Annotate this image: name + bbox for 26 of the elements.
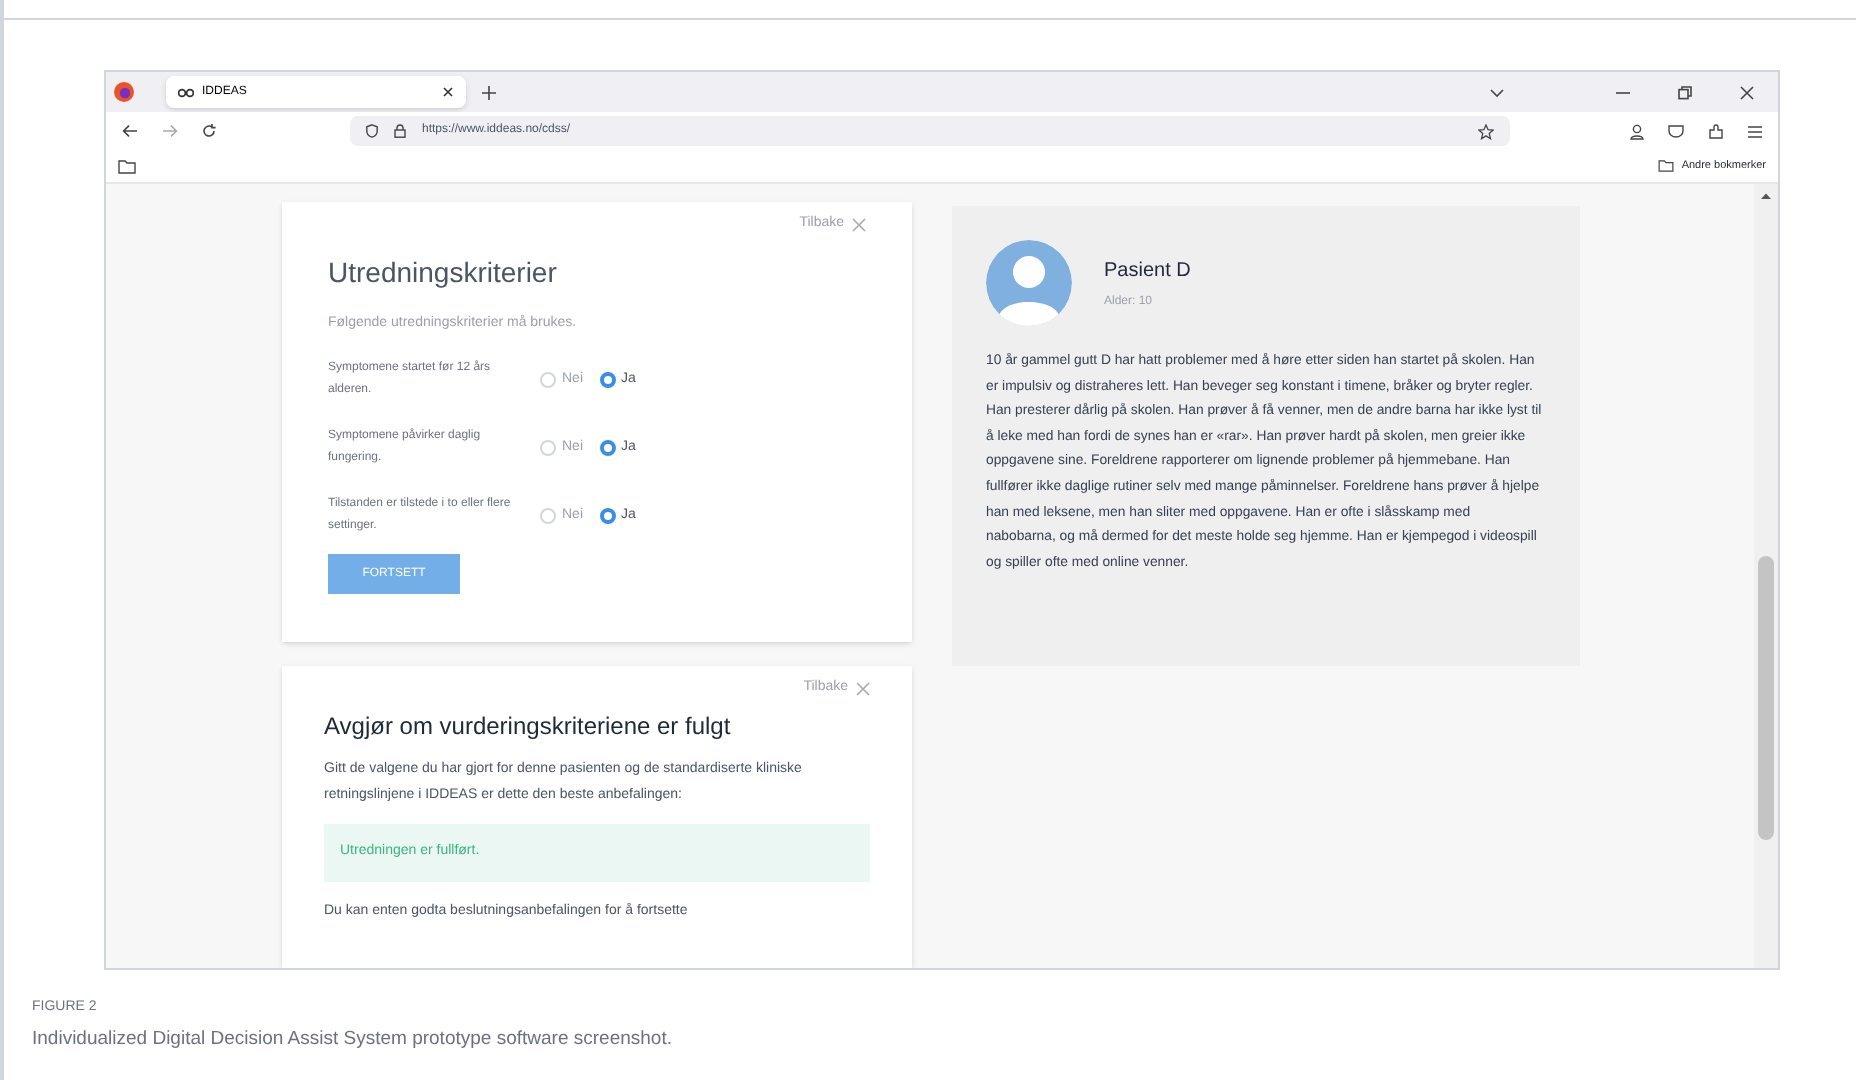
card-title: Avgjør om vurderingskriteriene er fulgt — [324, 709, 733, 743]
star-icon[interactable] — [1478, 123, 1494, 139]
scrollbar-thumb[interactable] — [1758, 556, 1774, 840]
folder-icon — [1657, 160, 1674, 172]
avatar-icon — [986, 240, 1072, 326]
reload-icon[interactable] — [202, 124, 216, 138]
back-icon[interactable] — [122, 124, 138, 138]
scroll-up-icon[interactable] — [1760, 192, 1772, 200]
restore-icon[interactable] — [1678, 85, 1692, 99]
browser-logo-icon[interactable] — [114, 82, 134, 102]
scrollbar[interactable] — [1754, 184, 1778, 968]
menu-icon[interactable] — [1748, 125, 1762, 137]
account-icon[interactable] — [1630, 123, 1644, 139]
new-tab-icon[interactable] — [482, 85, 496, 99]
close-icon[interactable] — [1740, 85, 1754, 99]
figure-caption: Individualized Digital Decision Assist System prototype software screenshot. — [32, 1025, 674, 1053]
chevron-down-icon[interactable] — [1490, 87, 1504, 97]
folder-icon[interactable] — [118, 159, 136, 173]
pocket-icon[interactable] — [1668, 124, 1684, 138]
extensions-icon[interactable] — [1708, 123, 1724, 139]
lock-icon — [394, 124, 406, 138]
patient-name: Pasient D — [1104, 257, 1191, 285]
shield-icon — [366, 124, 378, 138]
logo-icon — [178, 87, 194, 97]
card-title: Utredningskriterier — [328, 253, 559, 292]
close-tab-icon[interactable] — [442, 86, 454, 98]
